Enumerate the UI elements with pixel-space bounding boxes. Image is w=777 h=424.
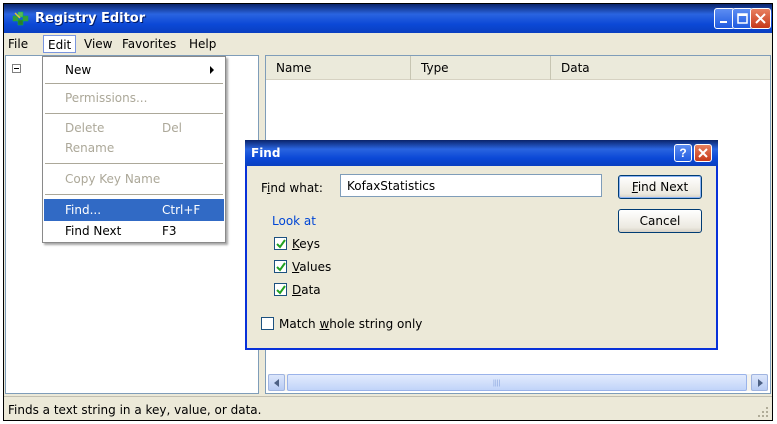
menu-item-permissions[interactable]: Permissions... (44, 87, 224, 109)
menu-help[interactable]: Help (189, 37, 216, 51)
menu-item-delete[interactable]: Delete Del (44, 117, 224, 139)
menu-item-rename[interactable]: Rename (44, 137, 224, 159)
resize-grip-icon[interactable] (757, 406, 769, 418)
cancel-button[interactable]: Cancel (618, 209, 702, 233)
find-dialog-title: Find (251, 146, 281, 160)
column-type[interactable]: Type (411, 56, 551, 80)
find-dialog-title-bar[interactable]: Find ? (245, 140, 718, 166)
find-what-input[interactable]: KofaxStatistics (340, 174, 602, 197)
menu-item-new[interactable]: New (44, 59, 224, 81)
menu-separator (45, 163, 223, 164)
maximize-icon (737, 13, 748, 24)
help-button[interactable]: ? (674, 144, 692, 162)
menu-item-find-next[interactable]: Find Next F3 (44, 220, 224, 242)
checkmark-icon (276, 262, 286, 272)
window-title: Registry Editor (35, 11, 146, 26)
submenu-arrow-icon (210, 66, 214, 74)
close-button[interactable] (750, 8, 771, 29)
menu-item-copy-key-name[interactable]: Copy Key Name (44, 168, 224, 190)
status-text: Finds a text string in a key, value, or … (8, 403, 262, 417)
horizontal-scrollbar[interactable]: |||| (268, 374, 768, 391)
column-data[interactable]: Data (551, 56, 770, 80)
title-bar[interactable]: Registry Editor (4, 4, 772, 33)
find-next-button[interactable]: Find Next (618, 175, 702, 199)
scroll-right-button[interactable] (751, 374, 768, 391)
find-what-label: Find what: (261, 181, 323, 195)
close-icon (755, 13, 766, 24)
column-name[interactable]: Name (266, 56, 411, 80)
status-bar: Finds a text string in a key, value, or … (4, 396, 772, 420)
list-header: Name Type Data (266, 56, 770, 80)
checkmark-icon (276, 285, 286, 295)
menu-separator (45, 194, 223, 195)
scroll-left-button[interactable] (268, 374, 285, 391)
close-icon (698, 148, 708, 158)
menu-view[interactable]: View (84, 37, 112, 51)
menu-favorites[interactable]: Favorites (122, 37, 176, 51)
look-at-label: Look at (272, 214, 316, 228)
edit-menu-dropdown: New Permissions... Delete Del Rename Cop… (42, 56, 226, 243)
menu-separator (45, 113, 223, 114)
menu-item-find[interactable]: Find... Ctrl+F (44, 199, 224, 221)
menu-separator (45, 83, 223, 84)
menu-edit[interactable]: Edit (43, 35, 77, 53)
arrow-right-icon (758, 379, 763, 387)
minimize-icon (720, 21, 727, 23)
checkmark-icon (276, 239, 286, 249)
tree-collapse-icon[interactable] (12, 64, 21, 73)
menu-bar: File Edit View Favorites Help (4, 34, 772, 54)
arrow-left-icon (274, 379, 279, 387)
scrollbar-thumb[interactable]: |||| (287, 374, 747, 391)
dialog-close-button[interactable] (694, 144, 712, 162)
menu-file[interactable]: File (8, 37, 28, 51)
registry-editor-icon (12, 11, 29, 26)
find-dialog: Find ? Find what: KofaxStatistics Find N… (245, 140, 718, 350)
